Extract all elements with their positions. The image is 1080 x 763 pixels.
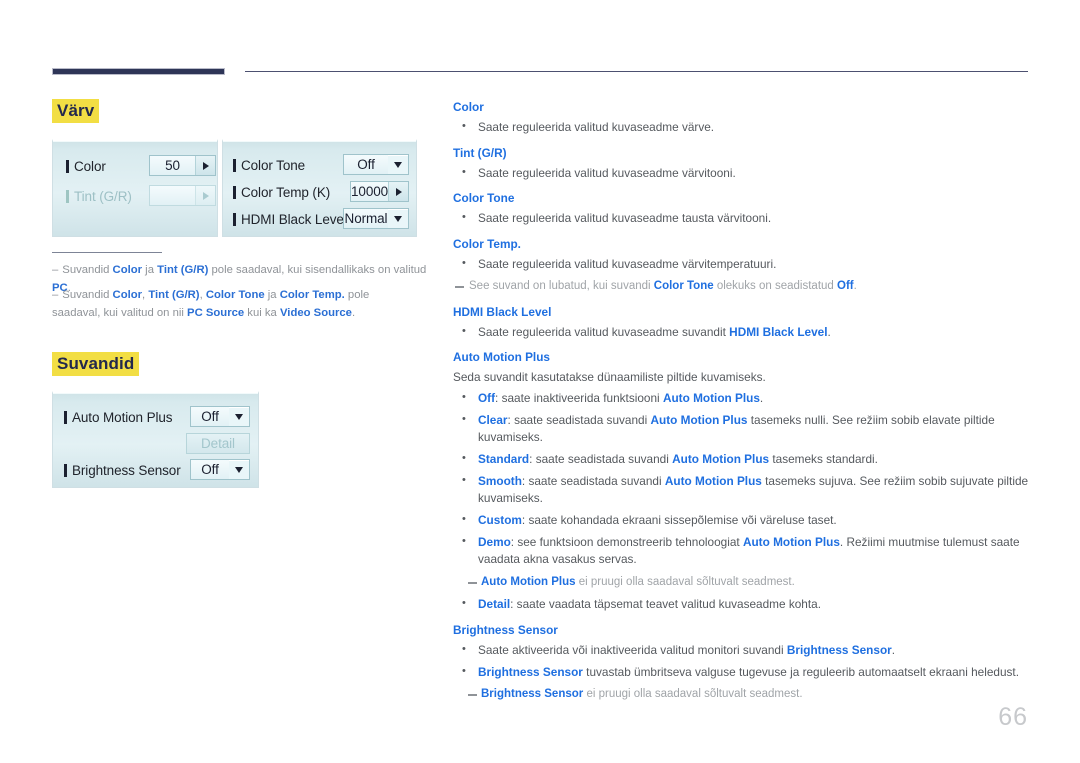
bullet-tick-icon [64,410,67,424]
bullet-tick-icon [233,158,236,172]
description-bullet: Smooth: saate seadistada suvandi Auto Mo… [453,472,1031,508]
osd-label-color: Color [74,158,106,174]
description-heading: HDMI Black Level [453,304,552,319]
osd-label-color-tone: Color Tone [241,157,306,173]
osd-control-color-tone[interactable]: Off [343,154,409,175]
bullet-tick-icon [233,185,236,199]
description-bullet: Off: saate inaktiveerida funktsiooni Aut… [453,389,1031,408]
header-accent-bar [52,68,225,75]
osd-row-tint: Tint (G/R) [66,185,132,207]
osd-control-color[interactable]: 50 [149,155,216,176]
description-heading: Tint (G/R) [453,145,507,160]
osd-row-color: Color [66,155,106,177]
description-bullet: Saate reguleerida valitud kuvaseadme vär… [453,164,1031,183]
header-rule-line [245,71,1028,72]
description-bullet: Detail: saate vaadata täpsemat teavet va… [453,595,1031,614]
osd-row-color-temp: Color Temp (K) [233,181,330,203]
description-heading: Brightness Sensor [453,623,558,638]
bullet-tick-icon [66,159,69,173]
description-bullet: Saate reguleerida valitud kuvaseadme suv… [453,323,1031,342]
osd-value-color: 50 [150,156,195,175]
detail-button: Detail [186,433,250,454]
description-heading: Color Tone [453,191,515,206]
footnote-dash-icon: – [52,289,59,301]
osd-control-color-temp[interactable]: 10000 [350,181,409,202]
manual-page: Värv Color 50 Tint (G/R) Color Tone Off [0,0,1080,763]
osd-value-brightness-sensor: Off [191,460,229,479]
description-heading: Color [453,100,484,114]
osd-control-hdmi-black-level[interactable]: Normal [343,208,409,229]
osd-label-brightness-sensor: Brightness Sensor [72,462,181,478]
bullet-tick-icon [64,463,67,477]
osd-label-auto-motion-plus: Auto Motion Plus [72,409,173,425]
stepper-right-arrow-icon[interactable] [195,156,215,175]
footnote-item: – Suvandid Color, Tint (G/R), Color Tone … [52,287,420,322]
osd-value-hdmi-black-level: Normal [344,209,388,228]
osd-row-hdmi-black-level: HDMI Black Level [233,208,347,230]
footnote-divider [52,252,162,253]
osd-value-color-tone: Off [344,155,388,174]
description-subnote: Brightness Sensor ei pruugi olla saadava… [453,686,1031,703]
osd-control-auto-motion-plus[interactable]: Off [190,406,250,427]
osd-value-auto-motion-plus: Off [191,407,229,426]
osd-panel-color-left: Color 50 Tint (G/R) [52,139,218,237]
osd-row-color-tone: Color Tone [233,154,305,176]
osd-row-auto-motion-plus: Auto Motion Plus [64,406,173,428]
description-bullet: Saate reguleerida valitud kuvaseadme vär… [453,255,1031,274]
osd-label-color-temp: Color Temp (K) [241,184,331,200]
description-heading: Color Temp. [453,236,521,251]
page-number: 66 [998,703,1028,731]
osd-control-tint [149,185,216,206]
osd-value-tint [150,186,195,205]
bullet-tick-icon [233,212,236,226]
chevron-down-icon[interactable] [229,460,249,479]
osd-row-brightness-sensor: Brightness Sensor [64,459,181,481]
footnote-text: Suvandid Color, Tint (G/R), Color Tone j… [52,289,370,319]
description-subnote: Auto Motion Plus ei pruugi olla saadaval… [453,574,1031,591]
chevron-down-icon[interactable] [388,155,408,174]
description-bullet: Brightness Sensor tuvastab ümbritseva va… [453,663,1031,682]
section-heading-varv: Värv [52,99,100,124]
description-bullet: Demo: see funktsioon demonstreerib tehno… [453,533,1031,569]
osd-value-color-temp: 10000 [351,182,389,201]
osd-label-tint: Tint (G/R) [74,188,132,204]
description-bullet: Custom: saate kohandada ekraani sissepõl… [453,511,1031,530]
description-paragraph: Seda suvandit kasutatakse dünaamiliste p… [453,370,766,385]
osd-control-brightness-sensor[interactable]: Off [190,459,250,480]
description-column: Color Saate reguleerida valitud kuvaseadm… [453,100,1031,709]
description-heading: Auto Motion Plus [453,350,550,365]
footnote-dash-icon: – [52,264,59,276]
chevron-down-icon[interactable] [388,209,408,228]
stepper-right-arrow-icon [195,186,215,205]
description-bullet: Standard: saate seadistada suvandi Auto … [453,450,1031,469]
description-bullet: Saate reguleerida valitud kuvaseadme tau… [453,209,1031,228]
chevron-down-icon[interactable] [229,407,249,426]
description-bullet: Saate reguleerida valitud kuvaseadme vär… [453,118,1031,137]
description-bullet: Saate aktiveerida või inaktiveerida vali… [453,641,1031,660]
section-heading-suvandid: Suvandid [52,352,140,377]
osd-label-hdmi-black-level: HDMI Black Level [241,211,347,227]
osd-panel-color-right: Color Tone Off Color Temp (K) 10000 HDMI… [222,139,417,237]
bullet-tick-icon [66,189,69,203]
description-subnote: See suvand on lubatud, kui suvandi Color… [453,278,1031,295]
stepper-right-arrow-icon[interactable] [388,182,408,201]
description-bullet: Clear: saate seadistada suvandi Auto Mot… [453,411,1031,447]
osd-panel-options: Auto Motion Plus Off Detail Brightness S… [52,391,259,488]
